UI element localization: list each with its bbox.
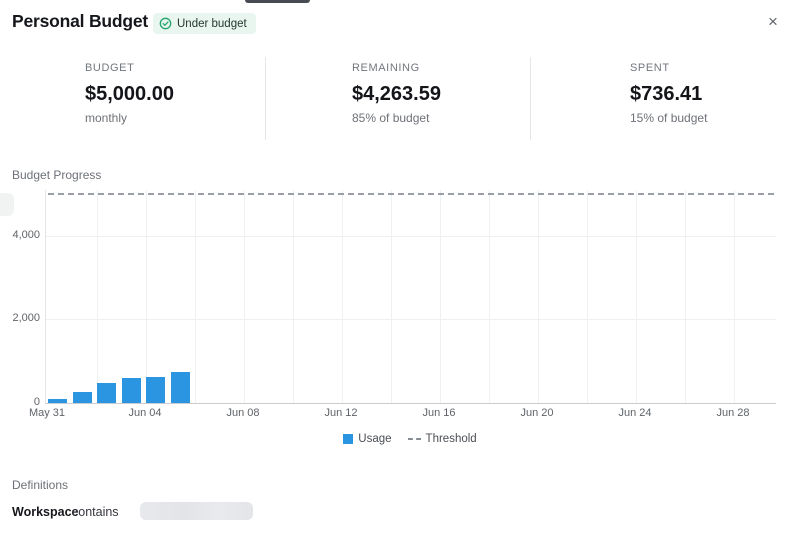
chart-x-axis: May 31Jun 04Jun 08Jun 12Jun 16Jun 20Jun … xyxy=(45,407,775,423)
stat-remaining: REMAINING $4,263.59 85% of budget xyxy=(352,62,441,125)
gridline-vertical xyxy=(244,190,245,403)
stat-budget: BUDGET $5,000.00 monthly xyxy=(85,62,174,125)
gridline-vertical xyxy=(587,190,588,403)
definition-operator: contains xyxy=(72,505,119,519)
usage-swatch-icon xyxy=(343,434,353,444)
gridline-vertical xyxy=(342,190,343,403)
threshold-dash-icon xyxy=(408,438,421,440)
x-tick-label: Jun 04 xyxy=(128,407,161,419)
usage-bar xyxy=(171,372,190,403)
x-tick-label: Jun 20 xyxy=(520,407,553,419)
status-badge: Under budget xyxy=(153,13,256,34)
usage-bar xyxy=(73,392,92,403)
close-icon: × xyxy=(768,13,778,30)
chart-y-axis: 02,0004,000 xyxy=(0,190,40,403)
definition-term: Workspace xyxy=(12,505,78,519)
gridline-vertical xyxy=(97,190,98,403)
clipped-redacted-element xyxy=(245,0,310,3)
stat-budget-value: $5,000.00 xyxy=(85,83,174,106)
page-title: Personal Budget xyxy=(12,11,148,32)
check-circle-icon xyxy=(159,17,172,30)
y-tick-label: 2,000 xyxy=(12,312,40,324)
stat-spent: SPENT $736.41 15% of budget xyxy=(630,62,707,125)
gridline-vertical xyxy=(489,190,490,403)
stat-remaining-value: $4,263.59 xyxy=(352,83,441,106)
legend-item-usage[interactable]: Usage xyxy=(343,433,391,445)
gridline-vertical xyxy=(734,190,735,403)
stat-spent-label: SPENT xyxy=(630,62,707,74)
chart-legend: Usage Threshold xyxy=(45,433,775,445)
gridline-vertical xyxy=(293,190,294,403)
gridline-vertical xyxy=(195,190,196,403)
chart-section-label: Budget Progress xyxy=(12,168,101,182)
stat-spent-value: $736.41 xyxy=(630,83,707,106)
gridline-vertical xyxy=(440,190,441,403)
gridline-horizontal xyxy=(46,319,776,320)
close-button[interactable]: × xyxy=(762,10,784,32)
stats-divider xyxy=(530,57,531,140)
legend-usage-label: Usage xyxy=(358,433,391,445)
definitions-section-label: Definitions xyxy=(12,478,68,492)
usage-bar xyxy=(146,377,165,403)
stat-remaining-sub: 85% of budget xyxy=(352,111,441,125)
gridline-vertical xyxy=(636,190,637,403)
usage-bar xyxy=(48,399,67,403)
x-tick-label: Jun 16 xyxy=(422,407,455,419)
legend-threshold-label: Threshold xyxy=(426,433,477,445)
usage-bar xyxy=(97,383,116,403)
gridline-vertical xyxy=(391,190,392,403)
gridline-vertical xyxy=(685,190,686,403)
x-tick-label: Jun 24 xyxy=(618,407,651,419)
x-tick-label: Jun 12 xyxy=(324,407,357,419)
gridline-horizontal xyxy=(46,236,776,237)
usage-bar xyxy=(122,378,141,403)
gridline-vertical xyxy=(538,190,539,403)
legend-item-threshold[interactable]: Threshold xyxy=(408,433,477,445)
status-badge-label: Under budget xyxy=(177,18,247,30)
threshold-line xyxy=(48,193,774,195)
stats-divider xyxy=(265,57,266,140)
stat-spent-sub: 15% of budget xyxy=(630,111,707,125)
stat-budget-sub: monthly xyxy=(85,111,174,125)
redacted-definition-value xyxy=(140,502,253,520)
x-tick-label: Jun 08 xyxy=(226,407,259,419)
stat-remaining-label: REMAINING xyxy=(352,62,441,74)
budget-progress-chart: 02,0004,000 May 31Jun 04Jun 08Jun 12Jun … xyxy=(0,185,800,450)
x-tick-label: Jun 28 xyxy=(716,407,749,419)
y-tick-label: 4,000 xyxy=(12,229,40,241)
x-tick-label: May 31 xyxy=(29,407,65,419)
stat-budget-label: BUDGET xyxy=(85,62,174,74)
chart-plot xyxy=(45,190,776,404)
budget-modal: Personal Budget Under budget × BUDGET $5… xyxy=(0,0,800,543)
gridline-vertical xyxy=(146,190,147,403)
